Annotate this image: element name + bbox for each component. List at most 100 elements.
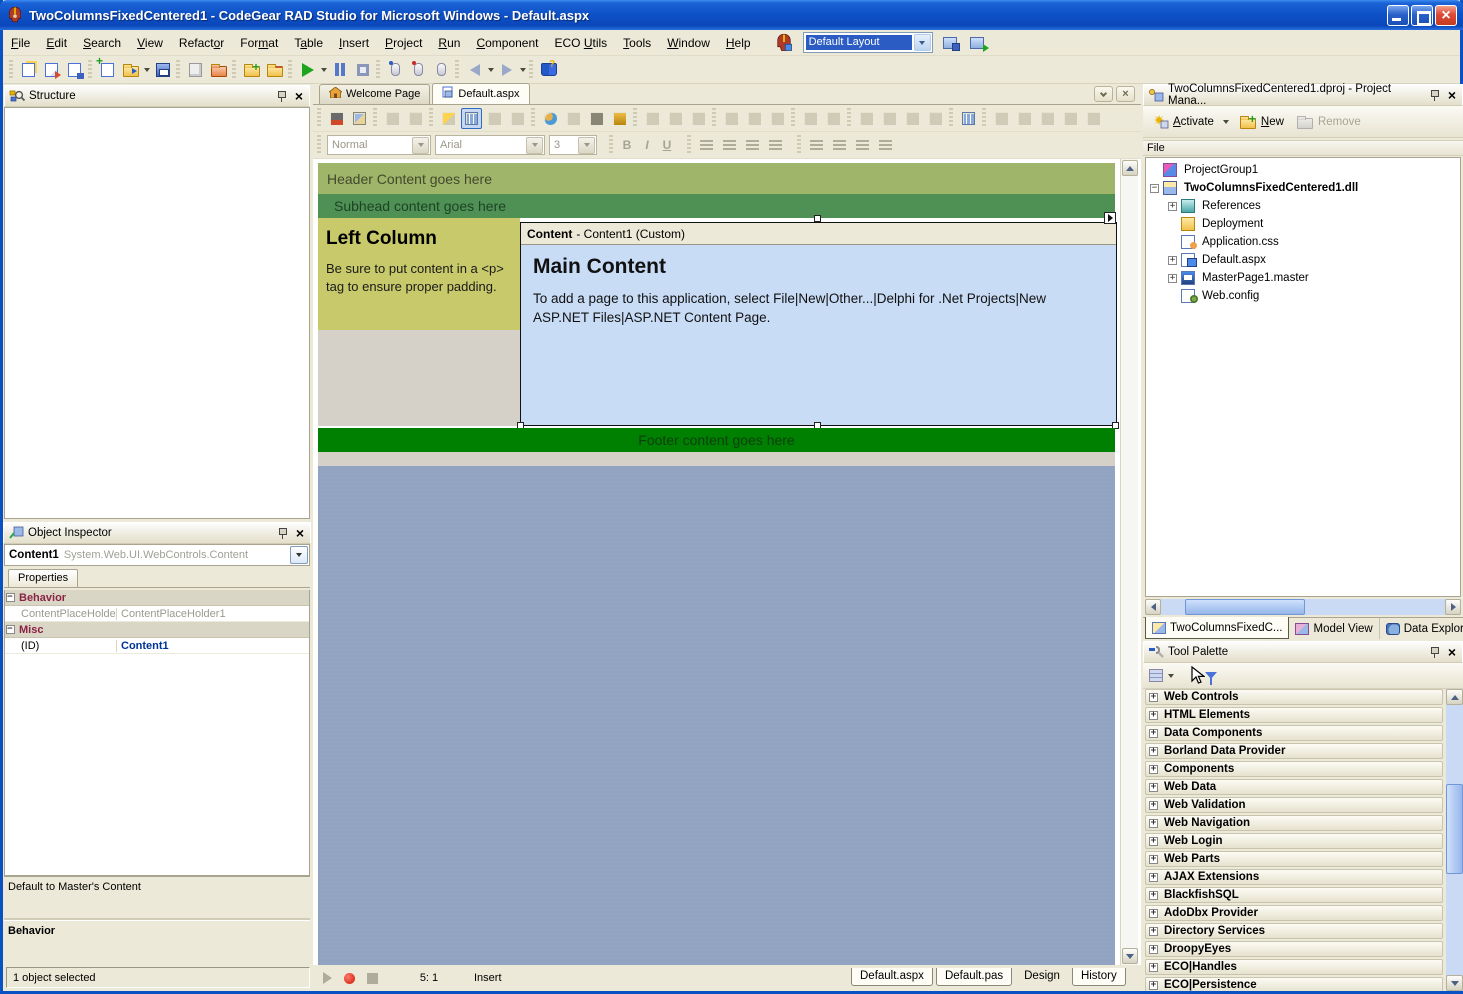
close-panel-icon[interactable]: × <box>294 528 306 538</box>
expand-icon[interactable]: + <box>1149 945 1158 954</box>
menu-item-refactor[interactable]: Refactor <box>171 33 232 53</box>
bullet-list-icon[interactable] <box>829 135 850 156</box>
open-project-icon[interactable] <box>119 58 142 81</box>
menu-item-file[interactable]: File <box>3 33 38 53</box>
scroll-down-icon[interactable] <box>1446 975 1463 991</box>
forward-icon[interactable] <box>495 58 518 81</box>
combo-dropdown-icon[interactable] <box>290 546 308 564</box>
palette-category-eco-handles[interactable]: +ECO|Handles <box>1145 959 1443 975</box>
design-tool-icon-3-1[interactable] <box>563 108 584 129</box>
palette-view-dropdown-icon[interactable] <box>1166 665 1175 687</box>
expand-icon[interactable]: + <box>1168 256 1177 265</box>
pin-icon[interactable] <box>277 528 288 539</box>
underline-icon[interactable]: U <box>657 138 677 152</box>
menu-item-insert[interactable]: Insert <box>331 33 377 53</box>
help-contents-icon[interactable] <box>537 58 560 81</box>
minimize-button[interactable] <box>1387 5 1409 26</box>
content-control-header[interactable]: Content - Content1 (Custom) <box>521 223 1116 245</box>
design-tool-icon-9-4[interactable] <box>1083 108 1104 129</box>
dock-tab-model-view[interactable]: Model View <box>1289 618 1379 639</box>
add-to-project-icon[interactable] <box>240 58 263 81</box>
font-size-select[interactable]: 3 <box>549 135 597 155</box>
design-vertical-scrollbar[interactable] <box>1120 159 1138 965</box>
menu-item-project[interactable]: Project <box>377 33 430 53</box>
property-value[interactable]: ContentPlaceHolder1 <box>117 608 309 620</box>
menu-item-format[interactable]: Format <box>232 33 286 53</box>
tree-item-web-config[interactable]: Web.config <box>1146 287 1460 305</box>
design-tool-icon-4-1[interactable] <box>665 108 686 129</box>
design-tool-icon-7-1[interactable] <box>879 108 900 129</box>
property-row[interactable]: (ID)Content1 <box>5 638 309 654</box>
menu-item-eco-utils[interactable]: ECO Utils <box>546 33 615 53</box>
numbered-list-icon[interactable] <box>806 135 827 156</box>
menu-item-view[interactable]: View <box>129 33 171 53</box>
run-icon[interactable] <box>296 58 319 81</box>
expand-icon[interactable]: + <box>1149 693 1158 702</box>
content-control[interactable]: Content - Content1 (Custom) Main Content… <box>520 222 1117 426</box>
pin-icon[interactable] <box>1429 647 1440 658</box>
page-header-band[interactable]: Header Content goes here <box>318 163 1115 194</box>
menu-item-run[interactable]: Run <box>430 33 468 53</box>
view-tab-default-aspx[interactable]: Default.aspx <box>851 968 933 986</box>
page-left-column[interactable]: Left Column Be sure to put content in a … <box>318 218 520 330</box>
expand-icon[interactable]: + <box>1149 801 1158 810</box>
view-tab-default-pas[interactable]: Default.pas <box>936 968 1012 986</box>
dock-tab-data-explorer[interactable]: Data Explorer <box>1380 618 1463 639</box>
menu-item-table[interactable]: Table <box>286 33 331 53</box>
palette-category-adodbx-provider[interactable]: +AdoDbx Provider <box>1145 905 1443 921</box>
tab-default-aspx[interactable]: Default.aspx <box>432 83 529 104</box>
property-group-row[interactable]: −Behavior <box>5 590 309 606</box>
tree-item-masterpage1-master[interactable]: +MasterPage1.master <box>1146 269 1460 287</box>
close-panel-icon[interactable]: × <box>293 91 305 101</box>
remove-button[interactable]: Remove <box>1292 111 1365 133</box>
menu-item-window[interactable]: Window <box>659 33 718 53</box>
palette-category-data-components[interactable]: +Data Components <box>1145 725 1443 741</box>
scroll-up-icon[interactable] <box>1122 160 1138 176</box>
program-reset-icon[interactable] <box>351 58 374 81</box>
expand-icon[interactable]: + <box>1168 274 1177 283</box>
design-tool-icon-5-0[interactable] <box>721 108 742 129</box>
design-tool-icon-7-2[interactable] <box>902 108 923 129</box>
scroll-down-icon[interactable] <box>1122 948 1138 964</box>
design-tool-icon-4-0[interactable] <box>642 108 663 129</box>
scroll-up-icon[interactable] <box>1446 689 1463 705</box>
design-tool-icon-6-0[interactable] <box>800 108 821 129</box>
italic-icon[interactable]: I <box>637 138 657 152</box>
tree-item-application-css[interactable]: Application.css <box>1146 233 1460 251</box>
set-debug-desktop-icon[interactable] <box>966 31 989 54</box>
expand-icon[interactable]: + <box>1168 202 1177 211</box>
palette-category-blackfishsql[interactable]: +BlackfishSQL <box>1145 887 1443 903</box>
menu-item-help[interactable]: Help <box>718 33 759 53</box>
activate-dropdown-icon[interactable] <box>1222 111 1231 133</box>
selection-handle[interactable] <box>814 215 821 222</box>
view-tab-design[interactable]: Design <box>1015 968 1069 986</box>
open-folder-icon[interactable] <box>207 58 230 81</box>
design-tool-icon-4-2[interactable] <box>688 108 709 129</box>
run-dropdown-icon[interactable] <box>319 59 328 81</box>
design-tool-icon-5-1[interactable] <box>744 108 765 129</box>
project-tree-hscrollbar[interactable] <box>1145 599 1461 615</box>
palette-category-directory-services[interactable]: +Directory Services <box>1145 923 1443 939</box>
design-tool-icon-7-3[interactable] <box>925 108 946 129</box>
font-select[interactable]: Arial <box>435 135 545 155</box>
close-panel-icon[interactable]: × <box>1446 90 1458 100</box>
tool-palette-scrollbar[interactable] <box>1446 689 1463 991</box>
expand-icon[interactable]: + <box>1149 927 1158 936</box>
design-tool-icon-5-2[interactable] <box>767 108 788 129</box>
save-all-icon[interactable] <box>151 58 174 81</box>
tab-properties[interactable]: Properties <box>8 569 78 587</box>
scroll-right-icon[interactable] <box>1445 599 1461 615</box>
property-group-row[interactable]: −Misc <box>5 622 309 638</box>
palette-category-web-login[interactable]: +Web Login <box>1145 833 1443 849</box>
palette-category-web-data[interactable]: +Web Data <box>1145 779 1443 795</box>
view-tab-history[interactable]: History <box>1072 968 1126 986</box>
back-icon[interactable] <box>463 58 486 81</box>
menu-item-edit[interactable]: Edit <box>38 33 75 53</box>
stop-icon[interactable] <box>367 973 378 984</box>
palette-category-droopyeyes[interactable]: +DroopyEyes <box>1145 941 1443 957</box>
align-right-icon[interactable] <box>742 135 763 156</box>
design-tool-icon-2-1[interactable] <box>461 108 482 129</box>
collapse-icon[interactable]: − <box>6 593 15 602</box>
scrollbar-thumb[interactable] <box>1446 784 1463 874</box>
open-project-dropdown-icon[interactable] <box>142 59 151 81</box>
